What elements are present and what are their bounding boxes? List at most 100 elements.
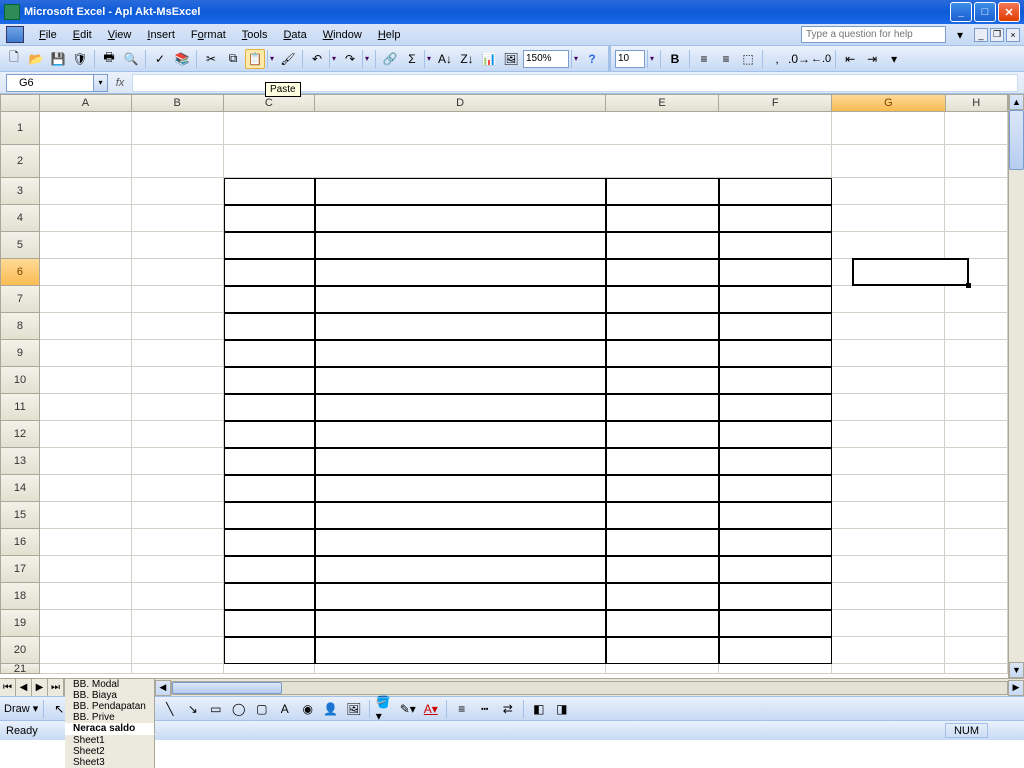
col-header-H[interactable]: H	[946, 94, 1008, 112]
cell-blank[interactable]	[132, 232, 224, 259]
name-box-dropdown[interactable]: ▾	[94, 74, 108, 92]
zoom-dropdown[interactable]: ▾	[571, 50, 580, 68]
cell-blank[interactable]	[132, 529, 224, 556]
mdi-minimize[interactable]: _	[974, 28, 988, 42]
cell-debit-5[interactable]	[606, 232, 719, 259]
cell-kredit-18[interactable]	[719, 583, 832, 610]
cell-no-11[interactable]	[224, 394, 316, 421]
line-icon[interactable]: ╲	[160, 699, 180, 719]
cell-kredit-12[interactable]	[719, 421, 832, 448]
decrease-indent-icon[interactable]: ⇤	[840, 49, 860, 69]
cell-blank[interactable]	[832, 664, 945, 674]
undo-icon[interactable]: ↶	[307, 49, 327, 69]
cell-blank[interactable]	[945, 421, 1008, 448]
cell-no-16[interactable]	[224, 529, 316, 556]
sheet-tab-BB-Modal[interactable]: BB. Modal	[65, 679, 155, 690]
cell-kredit-5[interactable]	[719, 232, 832, 259]
increase-indent-icon[interactable]: ⇥	[862, 49, 882, 69]
cell-no-13[interactable]	[224, 448, 316, 475]
cell-nama-16[interactable]	[315, 529, 605, 556]
cell-kredit-10[interactable]	[719, 367, 832, 394]
cell-blank[interactable]	[132, 205, 224, 232]
cell-blank[interactable]	[945, 112, 1008, 145]
cell-blank[interactable]	[132, 112, 224, 145]
wordart-icon[interactable]: A	[275, 699, 295, 719]
cell-no-18[interactable]	[224, 583, 316, 610]
cell-blank[interactable]	[832, 448, 945, 475]
row-header-8[interactable]: 8	[0, 313, 40, 340]
cell-kredit-11[interactable]	[719, 394, 832, 421]
draw-menu[interactable]: Draw ▾	[4, 702, 38, 715]
menu-data[interactable]: Data	[276, 28, 313, 42]
help-icon[interactable]: ?	[582, 49, 602, 69]
cell-debit-15[interactable]	[606, 502, 719, 529]
sheet-tab-Sheet1[interactable]: Sheet1	[65, 735, 155, 746]
cell-kredit-19[interactable]	[719, 610, 832, 637]
menu-format[interactable]: Format	[184, 28, 233, 42]
cell-blank[interactable]	[40, 448, 132, 475]
cell-blank[interactable]	[945, 367, 1008, 394]
cell-kredit-16[interactable]	[719, 529, 832, 556]
tab-next-button[interactable]: ▶	[32, 679, 48, 696]
header-nama[interactable]	[315, 178, 605, 205]
cell-nama-5[interactable]	[315, 232, 605, 259]
cell-blank[interactable]	[832, 286, 945, 313]
cell-blank[interactable]	[224, 664, 316, 674]
maximize-button[interactable]: □	[974, 2, 996, 22]
redo-icon[interactable]: ↷	[340, 49, 360, 69]
format-painter-icon[interactable]: 🖌	[278, 49, 298, 69]
cell-nama-11[interactable]	[315, 394, 605, 421]
cell-debit-18[interactable]	[606, 583, 719, 610]
cell-blank[interactable]	[132, 637, 224, 664]
cell-debit-6[interactable]	[606, 259, 719, 286]
cell-blank[interactable]	[945, 502, 1008, 529]
font-color-icon[interactable]: A▾	[421, 699, 441, 719]
cell-no-20[interactable]	[224, 637, 316, 664]
cell-no-5[interactable]	[224, 232, 316, 259]
cell-blank[interactable]	[945, 637, 1008, 664]
row-header-10[interactable]: 10	[0, 367, 40, 394]
cell-debit-16[interactable]	[606, 529, 719, 556]
cell-no-4[interactable]	[224, 205, 316, 232]
cell-blank[interactable]	[945, 583, 1008, 610]
title-cell[interactable]	[224, 112, 832, 145]
cell-blank[interactable]	[132, 394, 224, 421]
cell-kredit-9[interactable]	[719, 340, 832, 367]
bold-icon[interactable]: B	[665, 49, 685, 69]
row-header-9[interactable]: 9	[0, 340, 40, 367]
col-header-F[interactable]: F	[719, 94, 832, 112]
cell-blank[interactable]	[40, 664, 132, 674]
insert-picture-icon[interactable]: 🖼	[344, 699, 364, 719]
new-icon[interactable]: 🗋	[4, 49, 24, 69]
mdi-close[interactable]: ×	[1006, 28, 1020, 42]
sheet-tab-Sheet3[interactable]: Sheet3	[65, 757, 155, 768]
cell-nama-4[interactable]	[315, 205, 605, 232]
chart-wizard-icon[interactable]: 📊	[479, 49, 499, 69]
print-preview-icon[interactable]: 🔍	[121, 49, 141, 69]
merge-center-icon[interactable]: ⬚	[738, 49, 758, 69]
cell-blank[interactable]	[132, 259, 224, 286]
hscroll-thumb[interactable]	[172, 682, 282, 694]
3d-style-icon[interactable]: ◨	[552, 699, 572, 719]
cell-blank[interactable]	[40, 637, 132, 664]
cell-blank[interactable]	[945, 556, 1008, 583]
col-header-G[interactable]: G	[832, 94, 945, 112]
cell-blank[interactable]	[132, 340, 224, 367]
row-header-21[interactable]: 21	[0, 664, 40, 674]
cell-blank[interactable]	[832, 178, 945, 205]
cell-blank[interactable]	[832, 421, 945, 448]
print-icon[interactable]: 🖶	[99, 49, 119, 69]
decrease-decimal-icon[interactable]: ←.0	[811, 53, 831, 65]
cell-no-9[interactable]	[224, 340, 316, 367]
cell-debit-12[interactable]	[606, 421, 719, 448]
cell-blank[interactable]	[132, 286, 224, 313]
cell-blank[interactable]	[132, 178, 224, 205]
cell-blank[interactable]	[132, 475, 224, 502]
cell-debit-4[interactable]	[606, 205, 719, 232]
select-all-corner[interactable]	[0, 94, 40, 112]
mdi-restore[interactable]: ❐	[990, 28, 1004, 42]
cell-blank[interactable]	[40, 556, 132, 583]
cell-nama-10[interactable]	[315, 367, 605, 394]
cell-blank[interactable]	[40, 394, 132, 421]
cell-blank[interactable]	[832, 583, 945, 610]
